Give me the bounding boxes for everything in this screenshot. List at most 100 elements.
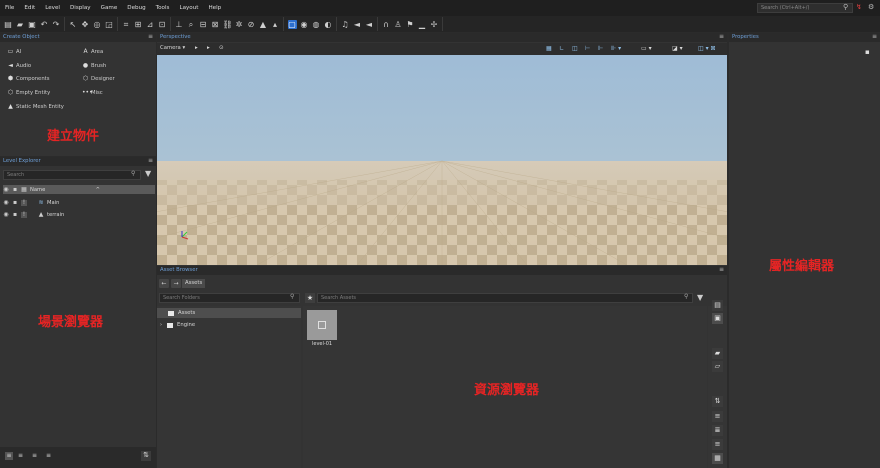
visibility-icon[interactable]: ◉ [3,211,9,218]
panel-menu-icon[interactable]: ≡ [719,33,724,40]
expand-icon[interactable]: › [160,322,162,328]
create-area[interactable]: A Area [82,49,103,56]
volume-icon[interactable]: ◄ [365,20,374,29]
settings-icon[interactable]: ⚙ [868,3,874,11]
3d-viewport[interactable] [157,55,727,265]
record-icon[interactable]: ⊙ [219,45,224,51]
save-icon[interactable]: ▣ [28,20,37,29]
back-button[interactable]: ← [159,279,169,288]
view-flat-icon[interactable]: ≡ [46,452,51,459]
terrain-icon[interactable]: ▁ [418,20,427,29]
level-row-terrain[interactable]: ◉ ▪ ! ▲ terrain [3,210,155,219]
scale-icon[interactable]: ◲ [105,20,114,29]
lock-icon[interactable]: ▲ [259,20,268,29]
panel-menu-icon[interactable]: ≡ [148,157,153,164]
snap-grid-icon[interactable]: ⊞ [134,20,143,29]
mode-vertex-icon[interactable]: ◉ [300,20,309,29]
display-options-icon[interactable]: ▭ ▾ [641,45,652,52]
menu-game[interactable]: Game [96,5,123,11]
physics-icon[interactable]: ✲ [235,20,244,29]
transform-icon[interactable]: ✢ [430,20,439,29]
play-icon[interactable]: ▸ [195,45,198,51]
character-icon[interactable]: ♙ [394,20,403,29]
menu-help[interactable]: Help [203,5,226,11]
panel-menu-icon[interactable]: ≡ [719,266,724,273]
magnet-icon[interactable]: ∩ [382,20,391,29]
sort-up-icon[interactable]: ^ [96,187,100,193]
create-static-mesh-entity[interactable]: ▲ Static Mesh Entity [7,104,64,111]
undo-icon[interactable]: ↶ [40,20,49,29]
level-column-header[interactable]: ◉ ▪ ▦ Name ^ [3,185,155,194]
frame-icon[interactable]: ⊠ [211,20,220,29]
redo-icon[interactable]: ↷ [52,20,61,29]
global-search-input[interactable]: Search (Ctrl+Alt+/) [757,3,853,13]
view-tree-icon[interactable]: ≡ [18,452,23,459]
new-asset-icon[interactable]: ▤ [712,300,723,311]
lock-icon[interactable]: ▪ [12,186,18,193]
search-icon[interactable]: ⚲ [843,3,848,11]
list-view-icon[interactable]: ≡ [712,411,723,422]
visibility-icon[interactable]: ◉ [3,186,9,193]
surface-snap-icon[interactable]: ⊩ [598,45,603,52]
viewport-settings-icon[interactable]: ◪ ▾ [672,45,683,52]
create-components[interactable]: ⬢ Components [7,76,50,83]
notification-icon[interactable]: ↯ [856,3,862,11]
create-designer[interactable]: ⬡ Designer [82,76,115,83]
create-misc[interactable]: ••• Misc [82,90,103,97]
mode-object-icon[interactable]: ▢ [287,19,297,29]
folder-item-assets[interactable]: Assets [157,308,301,318]
filter-icon[interactable]: ▼ [697,293,703,302]
sort-icon[interactable]: ⇅ [712,396,723,407]
pivot-icon[interactable]: ⊥ [175,20,184,29]
sync-icon[interactable]: ⇅ [141,451,151,461]
level-row-main[interactable]: ◉ ▪ ! ≋ Main [3,198,155,207]
link-icon[interactable]: ⛓ [223,20,233,29]
camera-dropdown[interactable]: Camera ▾ [160,45,185,51]
mute-icon[interactable]: ◄ [353,20,362,29]
snap-angle-icon[interactable]: ⊿ [146,20,155,29]
grid-icon[interactable]: ▦ [546,45,552,52]
folder-item-engine[interactable]: › Engine [157,320,301,330]
import-icon[interactable]: ▣ [712,313,723,324]
angle-snap-icon[interactable]: ∟ [559,45,564,52]
flag-icon[interactable]: ⚑ [406,20,415,29]
folder-open-icon[interactable]: ▱ [712,361,723,372]
grid-view-icon[interactable]: ▦ [712,453,723,464]
panel-menu-icon[interactable]: ≡ [872,33,877,40]
lock-icon[interactable]: ▪ [12,211,18,218]
menu-display[interactable]: Display [65,5,96,11]
folder-search-input[interactable]: Search Folders [159,293,300,303]
coord-icon[interactable]: ⌗ [122,20,131,29]
favorite-icon[interactable]: ★ [305,293,315,303]
filter-icon[interactable]: ▼ [145,169,151,178]
menu-level[interactable]: Level [40,5,65,11]
create-brush[interactable]: ● Brush [82,63,106,70]
zoom-icon[interactable]: ⌕ [187,20,196,29]
move-icon[interactable]: ✥ [81,20,90,29]
open-folder-icon[interactable]: ▰ [16,20,25,29]
mode-face-icon[interactable]: ◐ [324,20,333,29]
create-empty-entity[interactable]: ⬡ Empty Entity [7,90,50,97]
scale-snap-icon[interactable]: ◫ [572,45,578,52]
select-icon[interactable]: ↖ [69,20,78,29]
asset-search-input[interactable]: Search Assets [317,293,693,303]
snap-options-icon[interactable]: ⊪ ▾ [611,45,621,52]
menu-file[interactable]: File [0,5,19,11]
level-search-input[interactable]: Search [3,170,141,180]
create-audio[interactable]: ◄ Audio [7,63,31,70]
audio-icon[interactable]: ♫ [341,20,350,29]
breadcrumb-assets[interactable]: Assets [182,279,206,288]
lock-icon[interactable]: ▪ [865,48,870,56]
asset-tile-level-01[interactable] [307,310,337,340]
step-icon[interactable]: ▸ [207,45,210,51]
menu-tools[interactable]: Tools [151,5,175,11]
maximize-icon[interactable]: ◫ ▾ ⊠ [698,45,716,52]
detail-view-icon[interactable]: ≣ [712,425,723,436]
rotate-icon[interactable]: ◎ [93,20,102,29]
menu-debug[interactable]: Debug [122,5,150,11]
vertex-snap-icon[interactable]: ⊢ [585,45,590,52]
unlock-icon[interactable]: ▴ [271,20,280,29]
align-icon[interactable]: ⊟ [199,20,208,29]
view-compact-icon[interactable]: ≡ [32,452,37,459]
mode-edge-icon[interactable]: ◍ [312,20,321,29]
